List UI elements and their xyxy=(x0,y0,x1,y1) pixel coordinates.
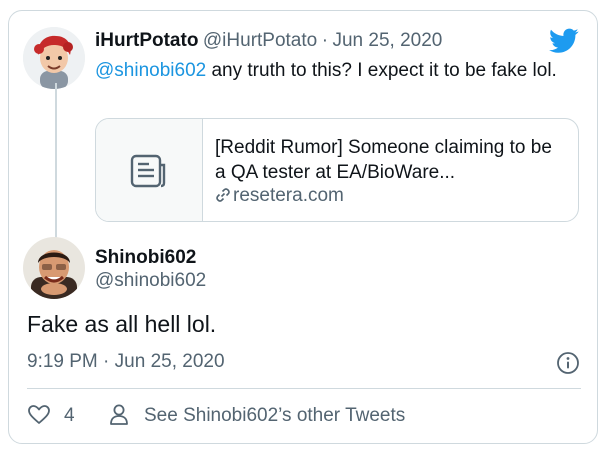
document-icon xyxy=(130,154,166,188)
link-icon xyxy=(216,188,230,202)
reply-body: any truth to this? I expect it to be fak… xyxy=(206,60,557,81)
reply-handle[interactable]: @iHurtPotato xyxy=(203,30,317,51)
link-domain[interactable]: resetera.com xyxy=(233,185,344,206)
ihurtpotato-avatar[interactable] xyxy=(23,27,85,89)
person-icon[interactable] xyxy=(108,403,130,427)
heart-icon[interactable] xyxy=(27,403,51,427)
tweet-text: Fake as all hell lol. xyxy=(27,311,217,337)
twitter-bird-icon[interactable] xyxy=(549,28,579,54)
link-preview-card[interactable]: [Reddit Rumor] Someone claiming to be a … xyxy=(95,118,579,222)
footer-divider xyxy=(27,388,581,389)
tweet-display-name[interactable]: Shinobi602 xyxy=(95,247,196,269)
tweet-date[interactable]: Jun 25, 2020 xyxy=(115,351,225,372)
shinobi602-avatar[interactable] xyxy=(23,237,85,299)
like-count[interactable]: 4 xyxy=(64,405,75,427)
tweet-timestamp-row[interactable]: 9:19 PM · Jun 25, 2020 xyxy=(27,351,225,373)
thread-connector-line xyxy=(55,83,57,245)
see-other-tweets-link[interactable]: See Shinobi602’s other Tweets xyxy=(144,405,405,427)
reply-separator: · xyxy=(321,30,329,51)
reply-display-name[interactable]: iHurtPotato xyxy=(95,30,198,51)
info-icon[interactable] xyxy=(556,351,580,375)
link-domain-row: resetera.com xyxy=(215,185,344,207)
tweet-handle[interactable]: @shinobi602 xyxy=(95,270,206,292)
link-thumbnail xyxy=(96,119,203,221)
reply-header: iHurtPotato @iHurtPotato · Jun 25, 2020 xyxy=(95,30,442,52)
tweet-meta-separator: · xyxy=(103,351,110,372)
link-title[interactable]: [Reddit Rumor] Someone claiming to be a … xyxy=(215,135,565,185)
reply-mention-link[interactable]: @shinobi602 xyxy=(95,60,206,81)
tweet-time[interactable]: 9:19 PM xyxy=(27,351,98,372)
embedded-tweet-card: iHurtPotato @iHurtPotato · Jun 25, 2020 … xyxy=(8,10,598,444)
reply-text: @shinobi602 any truth to this? I expect … xyxy=(95,57,575,85)
reply-date[interactable]: Jun 25, 2020 xyxy=(332,30,442,51)
